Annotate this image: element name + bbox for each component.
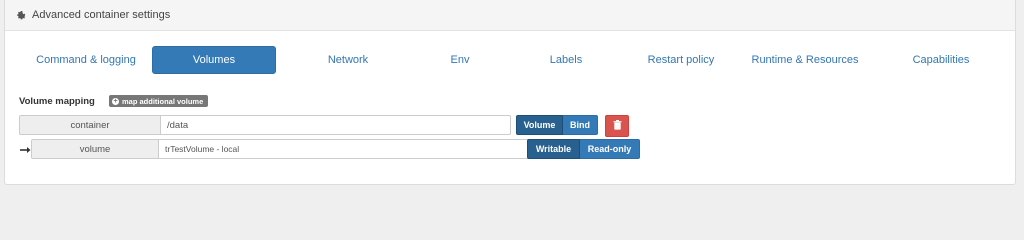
- tab-volumes[interactable]: Volumes: [152, 46, 276, 74]
- remove-volume-button[interactable]: [605, 115, 629, 137]
- bind-type-button[interactable]: Bind: [563, 115, 598, 135]
- volume-select-value: trTestVolume - local: [165, 144, 240, 154]
- settings-tabs: Command & logging Volumes Network Env La…: [15, 46, 1005, 76]
- advanced-settings-panel: Advanced container settings Command & lo…: [4, 0, 1016, 185]
- trash-icon: [613, 117, 622, 135]
- container-path-row: container /data: [19, 115, 511, 135]
- panel-title: Advanced container settings: [32, 9, 171, 21]
- tab-runtime-resources[interactable]: Runtime & Resources: [734, 46, 876, 74]
- volume-mapping-label: Volume mapping: [19, 96, 95, 107]
- volume-type-toggle: Volume Bind: [516, 115, 598, 135]
- tab-command-logging[interactable]: Command & logging: [15, 46, 157, 74]
- plus-icon: +: [112, 97, 119, 105]
- gear-icon: [16, 10, 27, 21]
- mount-mode-toggle: Writable Read-only: [527, 139, 640, 159]
- panel-header: Advanced container settings: [5, 0, 1015, 31]
- volume-type-button[interactable]: Volume: [516, 115, 563, 135]
- map-additional-volume-label: map additional volume: [122, 96, 204, 106]
- volume-addon: volume: [31, 139, 158, 159]
- volume-row: volume trTestVolume - local: [31, 139, 549, 159]
- map-additional-volume-button[interactable]: + map additional volume: [109, 95, 209, 107]
- read-only-mode-button[interactable]: Read-only: [580, 139, 640, 159]
- tab-capabilities[interactable]: Capabilities: [870, 46, 1012, 74]
- container-addon: container: [19, 115, 160, 135]
- volume-select[interactable]: trTestVolume - local: [158, 139, 549, 159]
- writable-mode-button[interactable]: Writable: [527, 139, 580, 159]
- container-path-input[interactable]: /data: [160, 115, 511, 135]
- tab-restart-policy[interactable]: Restart policy: [610, 46, 752, 74]
